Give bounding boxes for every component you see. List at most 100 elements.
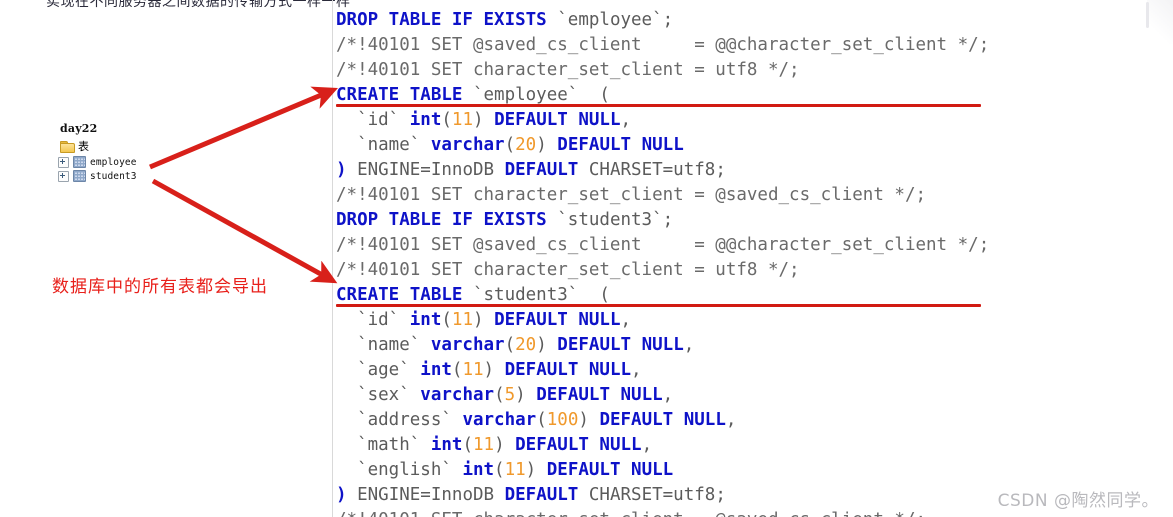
code-token: ) — [483, 360, 505, 380]
code-token: varchar — [430, 135, 505, 155]
code-token: `english` — [336, 460, 463, 480]
table-icon — [73, 170, 86, 182]
screenshot-root: 实现在不同服务器之间数据的传输方式一样一样 day22 表 employee s… — [0, 0, 1173, 517]
code-token: ( — [462, 435, 473, 455]
code-line: /*!40101 SET character set client = @sav… — [336, 508, 989, 517]
code-token: `sex` — [336, 385, 421, 405]
red-annotation-text: 数据库中的所有表都会导出 — [52, 277, 268, 297]
code-token: int — [409, 110, 442, 130]
code-token: ( — [536, 410, 547, 430]
code-token: , — [662, 385, 674, 405]
code-line: ) ENGINE=InnoDB DEFAULT CHARSET=utf8; — [336, 483, 989, 508]
code-token: DEFAULT NULL — [494, 310, 621, 330]
code-token: ( — [494, 385, 505, 405]
code-token: ENGINE=InnoDB — [346, 160, 505, 180]
code-token: int — [430, 435, 463, 455]
code-token: DROP TABLE IF EXISTS — [336, 210, 558, 230]
code-line: `address` varchar(100) DEFAULT NULL, — [336, 408, 989, 433]
code-token: /*!40101 SET character set client = @sav… — [336, 510, 926, 517]
code-token: DEFAULT NULL — [494, 110, 621, 130]
code-token: int — [420, 360, 452, 380]
code-token: , — [631, 360, 642, 380]
code-token: /*!40101 SET @saved_cs_client = @@charac… — [336, 235, 990, 255]
code-token: `age` — [336, 360, 421, 380]
code-token: `employee`; — [557, 10, 674, 30]
code-token: `id` — [336, 110, 410, 130]
code-token: 11 — [472, 435, 495, 455]
code-token: 11 — [451, 110, 473, 130]
code-token: int — [409, 310, 442, 330]
code-token: 20 — [515, 335, 537, 355]
code-token: DEFAULT NULL — [599, 410, 726, 430]
code-token: `student3`; — [557, 210, 674, 230]
code-token: 20 — [515, 135, 537, 155]
database-object-tree: day22 表 employee student3 — [58, 122, 137, 184]
tree-node-tables-folder[interactable]: 表 — [58, 138, 137, 154]
code-line: /*!40101 SET character_set_client = @sav… — [336, 183, 989, 208]
csdn-watermark: CSDN @陶然同学。 — [997, 491, 1159, 511]
code-token: CHARSET=utf8; — [578, 160, 726, 180]
code-line: DROP TABLE IF EXISTS `employee`; — [336, 8, 989, 33]
code-token: `name` — [336, 335, 431, 355]
code-line: /*!40101 SET @saved_cs_client = @@charac… — [336, 233, 989, 258]
code-token: `id` — [336, 310, 410, 330]
code-token: `student3` ( — [472, 285, 610, 305]
folder-icon — [60, 140, 75, 153]
code-token: CREATE TABLE — [336, 85, 473, 105]
code-token: ( — [451, 360, 463, 380]
code-line: `name` varchar(20) DEFAULT NULL, — [336, 333, 989, 358]
arrow-to-employee-create — [149, 86, 338, 170]
code-line: /*!40101 SET character_set_client = utf8… — [336, 58, 989, 83]
corner-gradient — [1147, 0, 1173, 44]
code-token: DEFAULT NULL — [504, 360, 632, 380]
code-token: ENGINE=InnoDB — [346, 485, 505, 505]
tree-item-label: employee — [90, 156, 137, 168]
code-line: /*!40101 SET character_set_client = utf8… — [336, 258, 989, 283]
red-underline — [336, 304, 982, 307]
code-token: 11 — [451, 310, 473, 330]
code-token: ) — [336, 160, 347, 180]
code-token: `name` — [336, 135, 431, 155]
code-token: /*!40101 SET character_set_client = utf8… — [336, 260, 800, 280]
code-token: /*!40101 SET character_set_client = utf8… — [336, 60, 800, 80]
scrollbar-thumb[interactable] — [1146, 2, 1149, 28]
code-token: ) — [578, 410, 600, 430]
tree-root-database-label[interactable]: day22 — [58, 122, 137, 135]
tree-item-student3[interactable]: student3 — [58, 170, 137, 182]
code-token: DEFAULT NULL — [536, 385, 663, 405]
code-token: ( — [441, 110, 452, 130]
code-token: /*!40101 SET @saved_cs_client = @@charac… — [336, 35, 990, 55]
code-token: ) — [536, 135, 558, 155]
plus-icon[interactable] — [58, 170, 69, 182]
code-line: CREATE TABLE `student3` ( — [336, 283, 989, 308]
code-token: int — [462, 460, 495, 480]
tree-item-employee[interactable]: employee — [58, 156, 137, 168]
code-token: DEFAULT NULL — [546, 460, 674, 480]
code-token: ) — [336, 485, 347, 505]
code-line: `age` int(11) DEFAULT NULL, — [336, 358, 989, 383]
code-token: ( — [494, 460, 505, 480]
pane-divider — [332, 0, 333, 517]
code-token: DEFAULT NULL — [557, 135, 684, 155]
code-token: ) — [473, 110, 495, 130]
code-token: `math` — [336, 435, 431, 455]
plus-icon[interactable] — [58, 156, 69, 168]
code-line: `math` int(11) DEFAULT NULL, — [336, 433, 989, 458]
code-token: varchar — [420, 385, 495, 405]
code-token: 100 — [546, 410, 579, 430]
code-token: CHARSET=utf8; — [578, 485, 726, 505]
tree-folder-label: 表 — [78, 140, 89, 153]
code-token: DEFAULT NULL — [557, 335, 684, 355]
code-token: , — [641, 435, 653, 455]
code-token: /*!40101 SET character_set_client = @sav… — [336, 185, 927, 205]
code-token: ( — [504, 335, 516, 355]
code-line: DROP TABLE IF EXISTS `student3`; — [336, 208, 989, 233]
truncated-heading-text: 实现在不同服务器之间数据的传输方式一样一样 — [46, 0, 351, 10]
code-token: DEFAULT — [504, 160, 579, 180]
sql-dump-code[interactable]: DROP TABLE IF EXISTS `employee`;/*!40101… — [336, 8, 989, 517]
code-token: DEFAULT NULL — [515, 435, 642, 455]
code-token: varchar — [430, 335, 505, 355]
table-icon — [73, 156, 86, 168]
code-line: `sex` varchar(5) DEFAULT NULL, — [336, 383, 989, 408]
code-token: ) — [525, 460, 547, 480]
